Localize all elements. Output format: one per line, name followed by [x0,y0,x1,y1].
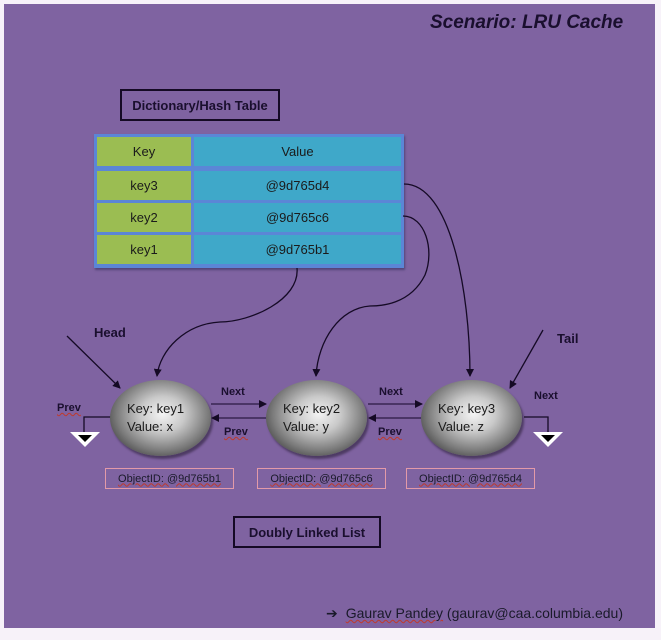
arrow-right-icon: ➔ [326,605,338,621]
head-label: Head [94,325,126,340]
hash-table-row: key3 @9d765d4 [97,171,401,200]
list-node: Key: key3 Value: z [421,380,522,456]
head-prev-label: Prev [57,402,81,414]
author-email: (gaurav@caa.columbia.edu) [446,605,624,621]
row-value: @9d765d4 [194,171,401,200]
list-node: Key: key2 Value: y [266,380,367,456]
linked-list-label: Doubly Linked List [233,516,381,548]
hash-table-header-row: Key Value [97,137,401,166]
node-value: Value: x [127,419,174,434]
tail-next-label: Next [534,390,558,402]
node-key: Key: key1 [127,401,185,416]
hash-table-row: key2 @9d765c6 [97,203,401,232]
next-label: Next [379,386,403,398]
hash-table-label: Dictionary/Hash Table [120,89,280,121]
node-key: Key: key3 [438,401,496,416]
prev-label: Prev [224,426,248,438]
row-value: @9d765b1 [194,235,401,264]
prev-label: Prev [378,426,402,438]
row-key: key1 [97,235,191,264]
object-id-box: ObjectID: @9d765d4 [406,468,535,489]
diagram-title: Scenario: LRU Cache [430,12,624,33]
row-key: key3 [97,171,191,200]
author-name: Gaurav Pandey [345,605,444,621]
node-key: Key: key2 [283,401,341,416]
tail-label: Tail [557,331,579,346]
author-credit: ➔ Gaurav Pandey (gaurav@caa.columbia.edu) [326,605,623,622]
node-value: Value: y [283,419,330,434]
header-value: Value [194,137,401,166]
object-id-box: ObjectID: @9d765c6 [257,468,386,489]
next-label: Next [221,386,245,398]
list-node: Key: key1 Value: x [110,380,211,456]
hash-table: Key Value key3 @9d765d4 key2 @9d765c6 ke… [94,134,404,268]
node-value: Value: z [438,419,485,434]
row-key: key2 [97,203,191,232]
hash-table-row: key1 @9d765b1 [97,235,401,264]
header-key: Key [97,137,191,166]
row-value: @9d765c6 [194,203,401,232]
object-id-box: ObjectID: @9d765b1 [105,468,234,489]
